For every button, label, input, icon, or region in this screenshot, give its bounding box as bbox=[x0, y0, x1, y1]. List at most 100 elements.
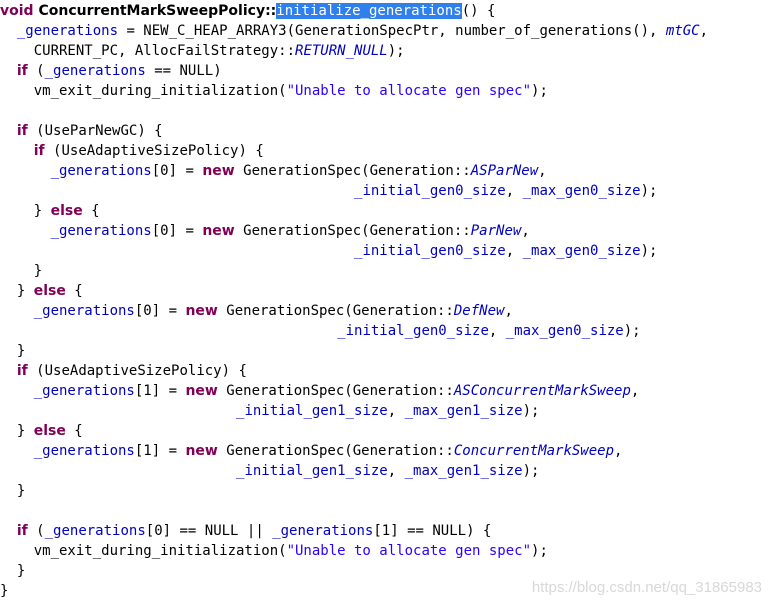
code-token: [1] = bbox=[134, 443, 186, 459]
code-line[interactable]: _initial_gen1_size, _max_gen1_size); bbox=[0, 401, 539, 421]
code-token: { bbox=[82, 203, 100, 219]
code-line[interactable]: vm_exit_during_initialization("Unable to… bbox=[0, 81, 548, 101]
code-token: } bbox=[0, 343, 26, 359]
code-token: } bbox=[0, 483, 26, 499]
code-line[interactable]: vm_exit_during_initialization("Unable to… bbox=[0, 541, 548, 561]
code-line[interactable]: void ConcurrentMarkSweepPolicy::initiali… bbox=[0, 1, 495, 21]
code-token: "Unable to allocate gen spec" bbox=[286, 543, 532, 559]
code-token: _initial_gen0_size bbox=[337, 323, 489, 339]
code-token: ( bbox=[27, 63, 45, 79]
code-line[interactable]: _initial_gen0_size, _max_gen0_size); bbox=[0, 241, 657, 261]
code-line[interactable]: if (_generations == NULL) bbox=[0, 61, 222, 81]
code-token: , bbox=[521, 223, 530, 239]
code-line[interactable]: _generations[0] = new GenerationSpec(Gen… bbox=[0, 161, 547, 181]
code-token: _max_gen0_size bbox=[522, 243, 641, 259]
code-token: (UseAdaptiveSizePolicy) { bbox=[44, 143, 264, 159]
code-token: GenerationSpec(Generation:: bbox=[234, 163, 471, 179]
code-token: _generations bbox=[44, 63, 146, 79]
code-token: } bbox=[0, 203, 51, 219]
code-line[interactable]: } else { bbox=[0, 421, 83, 441]
code-token: } bbox=[0, 563, 26, 579]
code-token: _generations bbox=[272, 523, 374, 539]
code-line[interactable]: _generations[1] = new GenerationSpec(Gen… bbox=[0, 381, 640, 401]
code-token: , bbox=[699, 23, 709, 39]
code-token: vm_exit_during_initialization( bbox=[0, 83, 287, 99]
code-line[interactable]: } bbox=[0, 341, 25, 361]
code-token: _generations bbox=[16, 23, 119, 39]
code-token: _generations bbox=[33, 383, 135, 399]
code-line[interactable]: _generations[1] = new GenerationSpec(Gen… bbox=[0, 441, 623, 461]
code-token: , bbox=[387, 403, 405, 419]
code-line[interactable]: _initial_gen0_size, _max_gen0_size); bbox=[0, 181, 657, 201]
code-line[interactable]: } bbox=[0, 481, 25, 501]
code-token: new bbox=[185, 443, 218, 459]
code-token: _initial_gen0_size bbox=[354, 183, 506, 199]
selected-identifier: initialize_generations bbox=[276, 3, 462, 19]
code-token: (UseParNewGC) { bbox=[27, 123, 163, 139]
code-token: ASConcurrentMarkSweep bbox=[453, 383, 631, 399]
code-line[interactable]: if (UseParNewGC) { bbox=[0, 121, 163, 141]
code-line[interactable]: _generations = NEW_C_HEAP_ARRAY3(Generat… bbox=[0, 21, 708, 41]
code-token: , bbox=[387, 463, 405, 479]
code-token: ); bbox=[531, 83, 548, 99]
code-token: vm_exit_during_initialization( bbox=[0, 543, 287, 559]
code-token: else bbox=[33, 423, 66, 439]
code-token: ); bbox=[623, 323, 641, 339]
code-token: , bbox=[505, 183, 523, 199]
code-token: void bbox=[0, 3, 39, 19]
code-line[interactable]: _initial_gen1_size, _max_gen1_size); bbox=[0, 461, 539, 481]
code-token: ); bbox=[640, 183, 658, 199]
code-token: } bbox=[0, 423, 34, 439]
code-line[interactable]: } bbox=[0, 261, 42, 281]
code-token: _initial_gen0_size bbox=[354, 243, 506, 259]
code-token: _max_gen0_size bbox=[522, 183, 641, 199]
code-token: , bbox=[630, 383, 640, 399]
code-token: GenerationSpec(Generation:: bbox=[217, 383, 454, 399]
code-line[interactable]: if (_generations[0] == NULL || _generati… bbox=[0, 521, 492, 541]
code-token: new bbox=[185, 383, 218, 399]
code-token: ConcurrentMarkSweepPolicy:: bbox=[38, 3, 277, 19]
code-token: if bbox=[16, 523, 28, 539]
code-token: _generations bbox=[50, 163, 152, 179]
code-line[interactable]: if (UseAdaptiveSizePolicy) { bbox=[0, 361, 247, 381]
code-token: ( bbox=[27, 523, 45, 539]
code-line[interactable]: _initial_gen0_size, _max_gen0_size); bbox=[0, 321, 641, 341]
code-line[interactable]: } else { bbox=[0, 201, 100, 221]
code-token: ); bbox=[387, 43, 405, 59]
code-token: [0] = bbox=[134, 303, 186, 319]
code-token: ); bbox=[522, 463, 540, 479]
code-line[interactable]: CURRENT_PC, AllocFailStrategy::RETURN_NU… bbox=[0, 41, 405, 61]
code-token: ParNew bbox=[470, 223, 522, 239]
code-line[interactable]: } bbox=[0, 561, 25, 581]
code-token: RETURN_NULL bbox=[295, 43, 388, 59]
code-token: _initial_gen1_size bbox=[236, 403, 388, 419]
code-line[interactable]: } bbox=[0, 581, 8, 601]
code-token: = NEW_C_HEAP_ARRAY3(GenerationSpecPtr, n… bbox=[118, 23, 666, 39]
code-token: new bbox=[202, 163, 235, 179]
code-line[interactable]: if (UseAdaptiveSizePolicy) { bbox=[0, 141, 264, 161]
code-line[interactable]: _generations[0] = new GenerationSpec(Gen… bbox=[0, 221, 530, 241]
code-token: ); bbox=[522, 403, 540, 419]
code-line[interactable]: } else { bbox=[0, 281, 83, 301]
code-editor[interactable]: void ConcurrentMarkSweepPolicy::initiali… bbox=[0, 0, 772, 606]
code-token: if bbox=[16, 123, 28, 139]
code-token: ); bbox=[640, 243, 658, 259]
code-token: GenerationSpec(Generation:: bbox=[217, 303, 454, 319]
code-token: _initial_gen1_size bbox=[236, 463, 388, 479]
code-token: "Unable to allocate gen spec" bbox=[286, 83, 532, 99]
code-token: if bbox=[33, 143, 45, 159]
code-line[interactable]: _generations[0] = new GenerationSpec(Gen… bbox=[0, 301, 513, 321]
code-token: else bbox=[33, 283, 66, 299]
code-token: [1] == NULL) { bbox=[373, 523, 492, 539]
